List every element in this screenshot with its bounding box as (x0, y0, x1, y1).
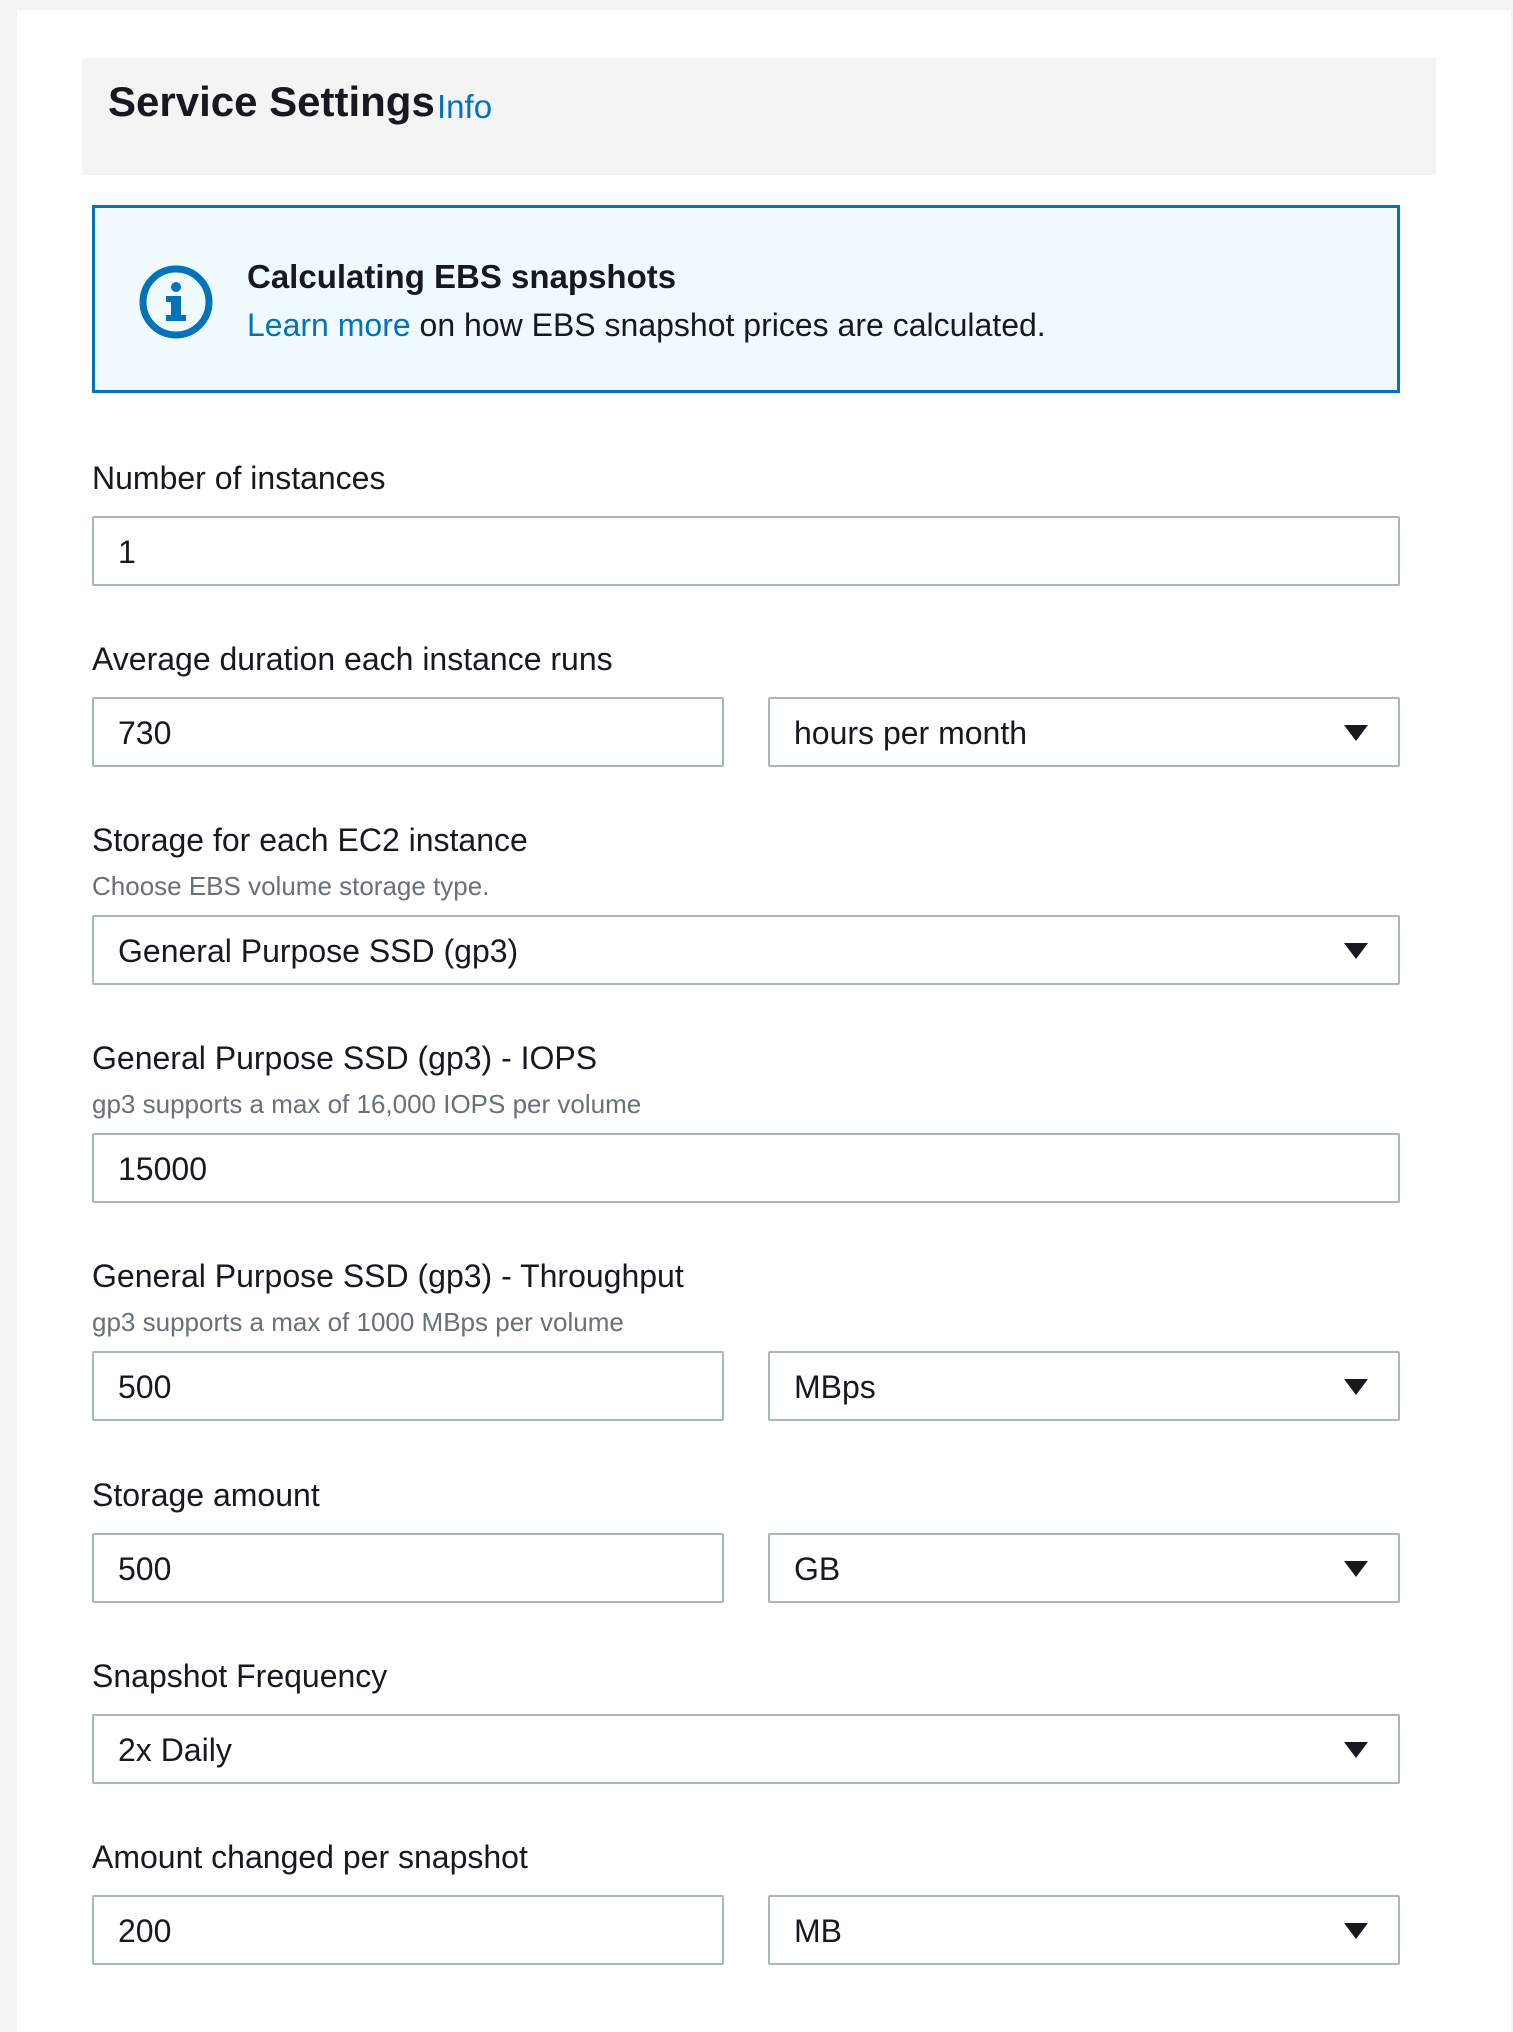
amount-changed-unit-value: MB (794, 1913, 842, 1949)
instances-value: 1 (118, 534, 136, 570)
caret-down-icon (1344, 1923, 1368, 1939)
iops-value: 15000 (118, 1151, 207, 1187)
throughput-value: 500 (118, 1369, 172, 1405)
caret-down-icon (1344, 1379, 1368, 1395)
duration-unit-select[interactable]: hours per month (768, 697, 1400, 767)
storage-type-description: Choose EBS volume storage type. (92, 871, 490, 901)
instances-label: Number of instances (92, 460, 386, 496)
amount-changed-unit-select[interactable]: MB (768, 1895, 1400, 1965)
duration-unit-value: hours per month (794, 715, 1028, 751)
iops-label: General Purpose SSD (gp3) - IOPS (92, 1040, 598, 1076)
instances-input[interactable]: 1 (92, 516, 1400, 586)
info-link[interactable]: Info (437, 88, 492, 126)
storage-type-value: General Purpose SSD (gp3) (118, 933, 519, 969)
iops-description: gp3 supports a max of 16,000 IOPS per vo… (92, 1089, 642, 1119)
storage-amount-unit-select[interactable]: GB (768, 1533, 1400, 1603)
panel-header: Service Settings Info (82, 58, 1436, 175)
throughput-unit-select[interactable]: MBps (768, 1351, 1400, 1421)
panel-title: Service Settings (108, 78, 435, 125)
snapshot-frequency-value: 2x Daily (118, 1732, 232, 1768)
caret-down-icon (1344, 725, 1368, 741)
info-icon (139, 265, 213, 339)
duration-input[interactable]: 730 (92, 697, 724, 767)
snapshot-frequency-select[interactable]: 2x Daily (92, 1714, 1400, 1784)
storage-type-label: Storage for each EC2 instance (92, 822, 528, 858)
caret-down-icon (1344, 1742, 1368, 1758)
duration-value: 730 (118, 715, 172, 751)
duration-label: Average duration each instance runs (92, 641, 613, 677)
alert-body-text: on how EBS snapshot prices are calculate… (410, 307, 1046, 343)
storage-amount-unit-value: GB (794, 1551, 841, 1587)
throughput-input[interactable]: 500 (92, 1351, 724, 1421)
storage-amount-input[interactable]: 500 (92, 1533, 724, 1603)
caret-down-icon (1344, 943, 1368, 959)
iops-input[interactable]: 15000 (92, 1133, 1400, 1203)
alert-body: Learn more on how EBS snapshot prices ar… (247, 307, 1046, 344)
info-alert: Calculating EBS snapshots Learn more on … (92, 205, 1400, 393)
storage-amount-value: 500 (118, 1551, 172, 1587)
amount-changed-input[interactable]: 200 (92, 1895, 724, 1965)
throughput-description: gp3 supports a max of 1000 MBps per volu… (92, 1307, 624, 1337)
throughput-label: General Purpose SSD (gp3) - Throughput (92, 1258, 684, 1294)
storage-type-select[interactable]: General Purpose SSD (gp3) (92, 915, 1400, 985)
alert-title: Calculating EBS snapshots (247, 258, 677, 295)
amount-changed-value: 200 (118, 1913, 172, 1949)
learn-more-link[interactable]: Learn more (247, 307, 411, 343)
snapshot-frequency-label: Snapshot Frequency (92, 1658, 388, 1694)
caret-down-icon (1344, 1561, 1368, 1577)
throughput-unit-value: MBps (794, 1369, 876, 1405)
amount-changed-label: Amount changed per snapshot (92, 1839, 528, 1875)
storage-amount-label: Storage amount (92, 1477, 320, 1513)
